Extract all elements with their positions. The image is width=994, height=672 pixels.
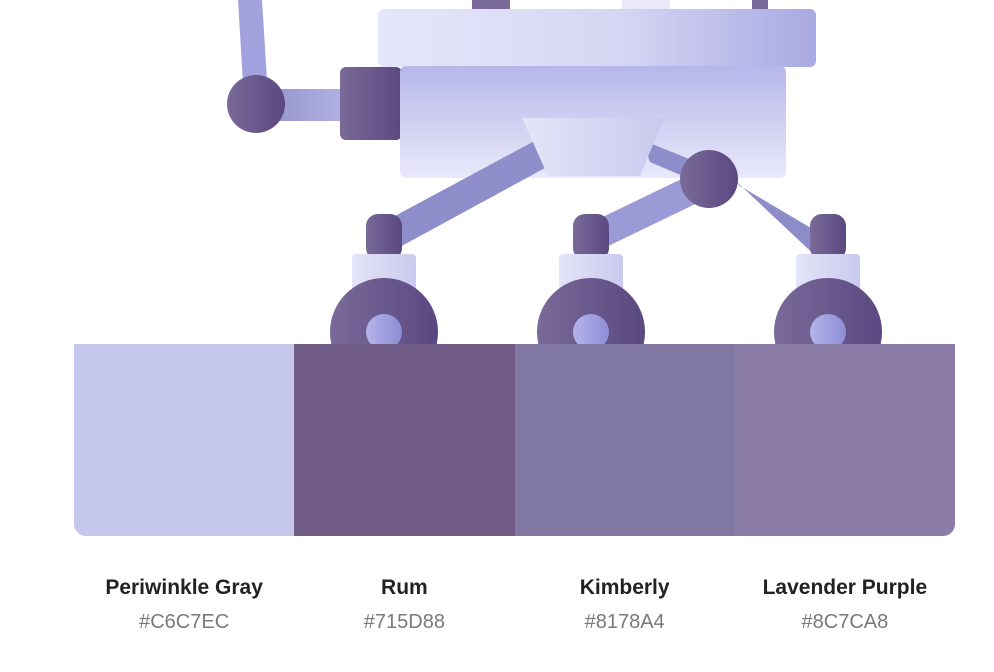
color-hex[interactable]: #715D88 xyxy=(294,609,514,635)
color-name: Kimberly xyxy=(579,576,670,599)
rover-illustration xyxy=(227,0,882,344)
color-swatch-lavender-purple[interactable] xyxy=(734,344,955,536)
color-swatch-periwinkle-gray[interactable] xyxy=(74,344,295,536)
color-hex[interactable]: #C6C7EC xyxy=(74,609,294,635)
color-label: Rum #715D88 xyxy=(294,574,514,635)
color-swatch-rum[interactable] xyxy=(294,344,515,536)
palette-labels: Periwinkle Gray #C6C7EC Rum #715D88 Kimb… xyxy=(74,574,955,635)
color-label: Kimberly #8178A4 xyxy=(515,574,735,635)
color-label: Periwinkle Gray #C6C7EC xyxy=(74,574,294,635)
color-label: Lavender Purple #8C7CA8 xyxy=(735,574,955,635)
color-name: Periwinkle Gray xyxy=(105,576,263,599)
color-swatch-kimberly[interactable] xyxy=(514,344,735,536)
color-name: Rum xyxy=(381,576,428,599)
palette-swatches xyxy=(74,344,955,536)
color-hex[interactable]: #8178A4 xyxy=(515,609,735,635)
color-hex[interactable]: #8C7CA8 xyxy=(735,609,955,635)
color-name: Lavender Purple xyxy=(762,576,928,599)
